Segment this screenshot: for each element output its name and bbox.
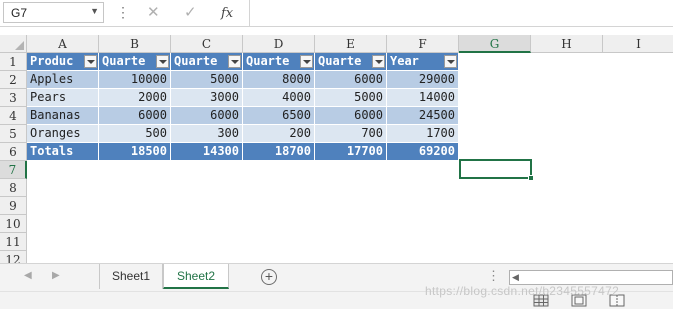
filter-dropdown-icon[interactable] [444,55,457,68]
column-header-a[interactable]: A [27,35,99,53]
table-header-label: Quarte [318,54,362,68]
column-header-c[interactable]: C [171,35,243,53]
table-cell[interactable]: 200 [243,125,315,143]
row-header-6[interactable]: 6 [0,143,27,161]
table-cell[interactable]: 700 [315,125,387,143]
table-header-label: Quarte [174,54,218,68]
table-header-cell[interactable]: Produc [27,53,99,71]
table-cell[interactable]: 6500 [243,107,315,125]
totals-cell[interactable]: 18500 [99,143,171,161]
scroll-left-icon[interactable]: ◀ [512,272,519,283]
table-cell[interactable]: 1700 [387,125,459,143]
formula-bar-spacer [0,27,673,35]
filter-dropdown-icon[interactable] [372,55,385,68]
plus-circle-icon[interactable]: + [261,269,277,285]
table-cell[interactable]: 500 [99,125,171,143]
more-tabs-icon[interactable]: ⋮ [487,268,500,284]
row-header-1[interactable]: 1 [0,53,27,71]
column-header-e[interactable]: E [315,35,387,53]
insert-function-icon[interactable]: fx [221,5,233,22]
row-header-10[interactable]: 10 [0,215,27,233]
row-header-2[interactable]: 2 [0,71,27,89]
table-cell[interactable]: 5000 [171,71,243,89]
row-header-9[interactable]: 9 [0,197,27,215]
table-cell[interactable]: Pears [27,89,99,107]
formula-bar-divider [249,0,250,26]
select-all-icon [15,41,24,50]
filter-dropdown-icon[interactable] [84,55,97,68]
table-header-label: Quarte [102,54,146,68]
sheet-tab-sheet2[interactable]: Sheet2 [163,264,229,289]
spreadsheet-grid[interactable]: A B C D E F G H I 1 2 3 4 5 6 7 8 9 10 1… [0,35,673,263]
table-cell[interactable]: 2000 [99,89,171,107]
scroll-tabs-left-icon[interactable]: ◀ [24,270,32,281]
formula-bar: G7 ▼ ⋮ ✕ ✓ fx [0,0,673,27]
row-header-7[interactable]: 7 [0,161,27,179]
table-header-cell[interactable]: Quarte [99,53,171,71]
totals-cell[interactable]: 18700 [243,143,315,161]
table-header-cell[interactable]: Quarte [171,53,243,71]
table-cell[interactable]: 300 [171,125,243,143]
column-header-b[interactable]: B [99,35,171,53]
totals-cell[interactable]: 14300 [171,143,243,161]
table-cell[interactable]: 29000 [387,71,459,89]
row-header-4[interactable]: 4 [0,107,27,125]
table-header-label: Year [390,54,419,68]
table-cell[interactable]: 3000 [171,89,243,107]
table-cell[interactable]: 6000 [99,107,171,125]
table-cell[interactable]: Apples [27,71,99,89]
horizontal-scrollbar[interactable]: ◀ [509,270,673,285]
table-cell[interactable]: Bananas [27,107,99,125]
sheet-tab-sheet1[interactable]: Sheet1 [99,264,163,289]
check-icon[interactable]: ✓ [184,4,197,21]
table-cell[interactable]: 4000 [243,89,315,107]
table-header-label: Produc [30,54,74,68]
fill-handle[interactable] [528,175,534,181]
column-header-f[interactable]: F [387,35,459,53]
row-header-12[interactable]: 12 [0,251,27,263]
table-header-cell[interactable]: Quarte [315,53,387,71]
table-header-label: Quarte [246,54,290,68]
table-cell[interactable]: 24500 [387,107,459,125]
name-box-value: G7 [11,6,28,20]
table-cell[interactable]: 6000 [171,107,243,125]
table-cell[interactable]: Oranges [27,125,99,143]
filter-dropdown-icon[interactable] [228,55,241,68]
row-header-5[interactable]: 5 [0,125,27,143]
column-header-h[interactable]: H [531,35,603,53]
filter-dropdown-icon[interactable] [300,55,313,68]
table-header-cell[interactable]: Year [387,53,459,71]
column-header-g[interactable]: G [459,35,531,53]
row-header-8[interactable]: 8 [0,179,27,197]
more-options-icon[interactable]: ⋮ [116,4,130,20]
totals-cell[interactable]: 69200 [387,143,459,161]
table-cell[interactable]: 6000 [315,107,387,125]
select-all-corner[interactable] [0,35,27,53]
chevron-down-icon[interactable]: ▼ [90,6,99,16]
row-header-11[interactable]: 11 [0,233,27,251]
table-cell[interactable]: 6000 [315,71,387,89]
row-header-3[interactable]: 3 [0,89,27,107]
filter-dropdown-icon[interactable] [156,55,169,68]
table-cell[interactable]: 8000 [243,71,315,89]
table-cell[interactable]: 5000 [315,89,387,107]
totals-cell[interactable]: 17700 [315,143,387,161]
table-header-cell[interactable]: Quarte [243,53,315,71]
table-cell[interactable]: 14000 [387,89,459,107]
name-box[interactable]: G7 ▼ [3,2,104,23]
watermark: https://blog.csdn.net/b2345557472 [425,284,620,298]
column-header-d[interactable]: D [243,35,315,53]
totals-label-cell[interactable]: Totals [27,143,99,161]
close-icon[interactable]: ✕ [147,4,160,21]
scroll-tabs-right-icon[interactable]: ▶ [52,270,60,281]
column-header-i[interactable]: I [603,35,673,53]
active-cell-selection[interactable] [459,159,532,179]
table-cell[interactable]: 10000 [99,71,171,89]
